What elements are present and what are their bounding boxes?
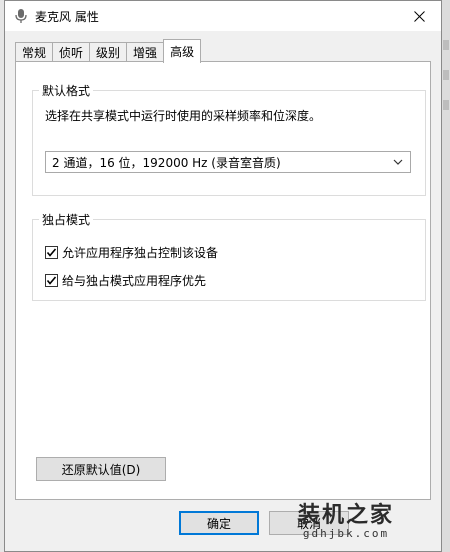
properties-dialog: 麦克风 属性 常规 侦听 级别 增强 高级 默认格式 选择在共享模式中运行时使用… — [4, 0, 442, 552]
close-button[interactable] — [397, 1, 441, 31]
chevron-down-icon — [393, 159, 403, 165]
exclusive-mode-legend: 独占模式 — [39, 211, 94, 228]
default-format-group: 默认格式 选择在共享模式中运行时使用的采样频率和位深度。 2 通道，16 位，1… — [32, 82, 426, 196]
tab-strip: 常规 侦听 级别 增强 高级 — [15, 39, 202, 63]
ok-button[interactable]: 确定 — [179, 511, 259, 535]
tab-enhancements[interactable]: 增强 — [126, 42, 165, 62]
watermark-url: gdhjbk.com — [302, 527, 390, 540]
tab-listen[interactable]: 侦听 — [52, 42, 91, 62]
tab-levels[interactable]: 级别 — [89, 42, 128, 62]
exclusive-priority-checkbox[interactable] — [45, 274, 58, 287]
exclusive-control-checkbox[interactable] — [45, 246, 58, 259]
sample-rate-select[interactable]: 2 通道，16 位，192000 Hz (录音室音质) — [45, 151, 411, 173]
tab-general[interactable]: 常规 — [15, 42, 54, 62]
site-watermark: 装机之家 gdhjbk.com — [298, 497, 394, 540]
tab-advanced[interactable]: 高级 — [163, 39, 202, 63]
default-format-description: 选择在共享模式中运行时使用的采样频率和位深度。 — [45, 109, 322, 123]
advanced-panel: 默认格式 选择在共享模式中运行时使用的采样频率和位深度。 2 通道，16 位，1… — [15, 61, 431, 500]
exclusive-control-option[interactable]: 允许应用程序独占控制该设备 — [45, 244, 218, 261]
restore-defaults-button[interactable]: 还原默认值(D) — [36, 457, 166, 481]
background-mark — [443, 40, 449, 50]
sample-rate-value: 2 通道，16 位，192000 Hz (录音室音质) — [52, 155, 281, 170]
close-icon — [413, 10, 425, 22]
exclusive-mode-group: 独占模式 允许应用程序独占控制该设备 给与独占模式应用程序优先 — [32, 211, 426, 301]
window-title: 麦克风 属性 — [35, 9, 99, 24]
background-strip-right — [442, 0, 450, 552]
exclusive-priority-option[interactable]: 给与独占模式应用程序优先 — [45, 272, 206, 289]
watermark-title: 装机之家 — [298, 503, 395, 528]
background-mark — [443, 70, 449, 80]
microphone-icon — [13, 8, 29, 24]
checkmark-icon — [46, 276, 57, 285]
exclusive-priority-label: 给与独占模式应用程序优先 — [62, 274, 207, 288]
background-mark — [443, 100, 449, 110]
checkmark-icon — [46, 248, 57, 257]
default-format-legend: 默认格式 — [39, 82, 94, 99]
exclusive-control-label: 允许应用程序独占控制该设备 — [62, 246, 219, 260]
title-bar: 麦克风 属性 — [5, 1, 441, 31]
